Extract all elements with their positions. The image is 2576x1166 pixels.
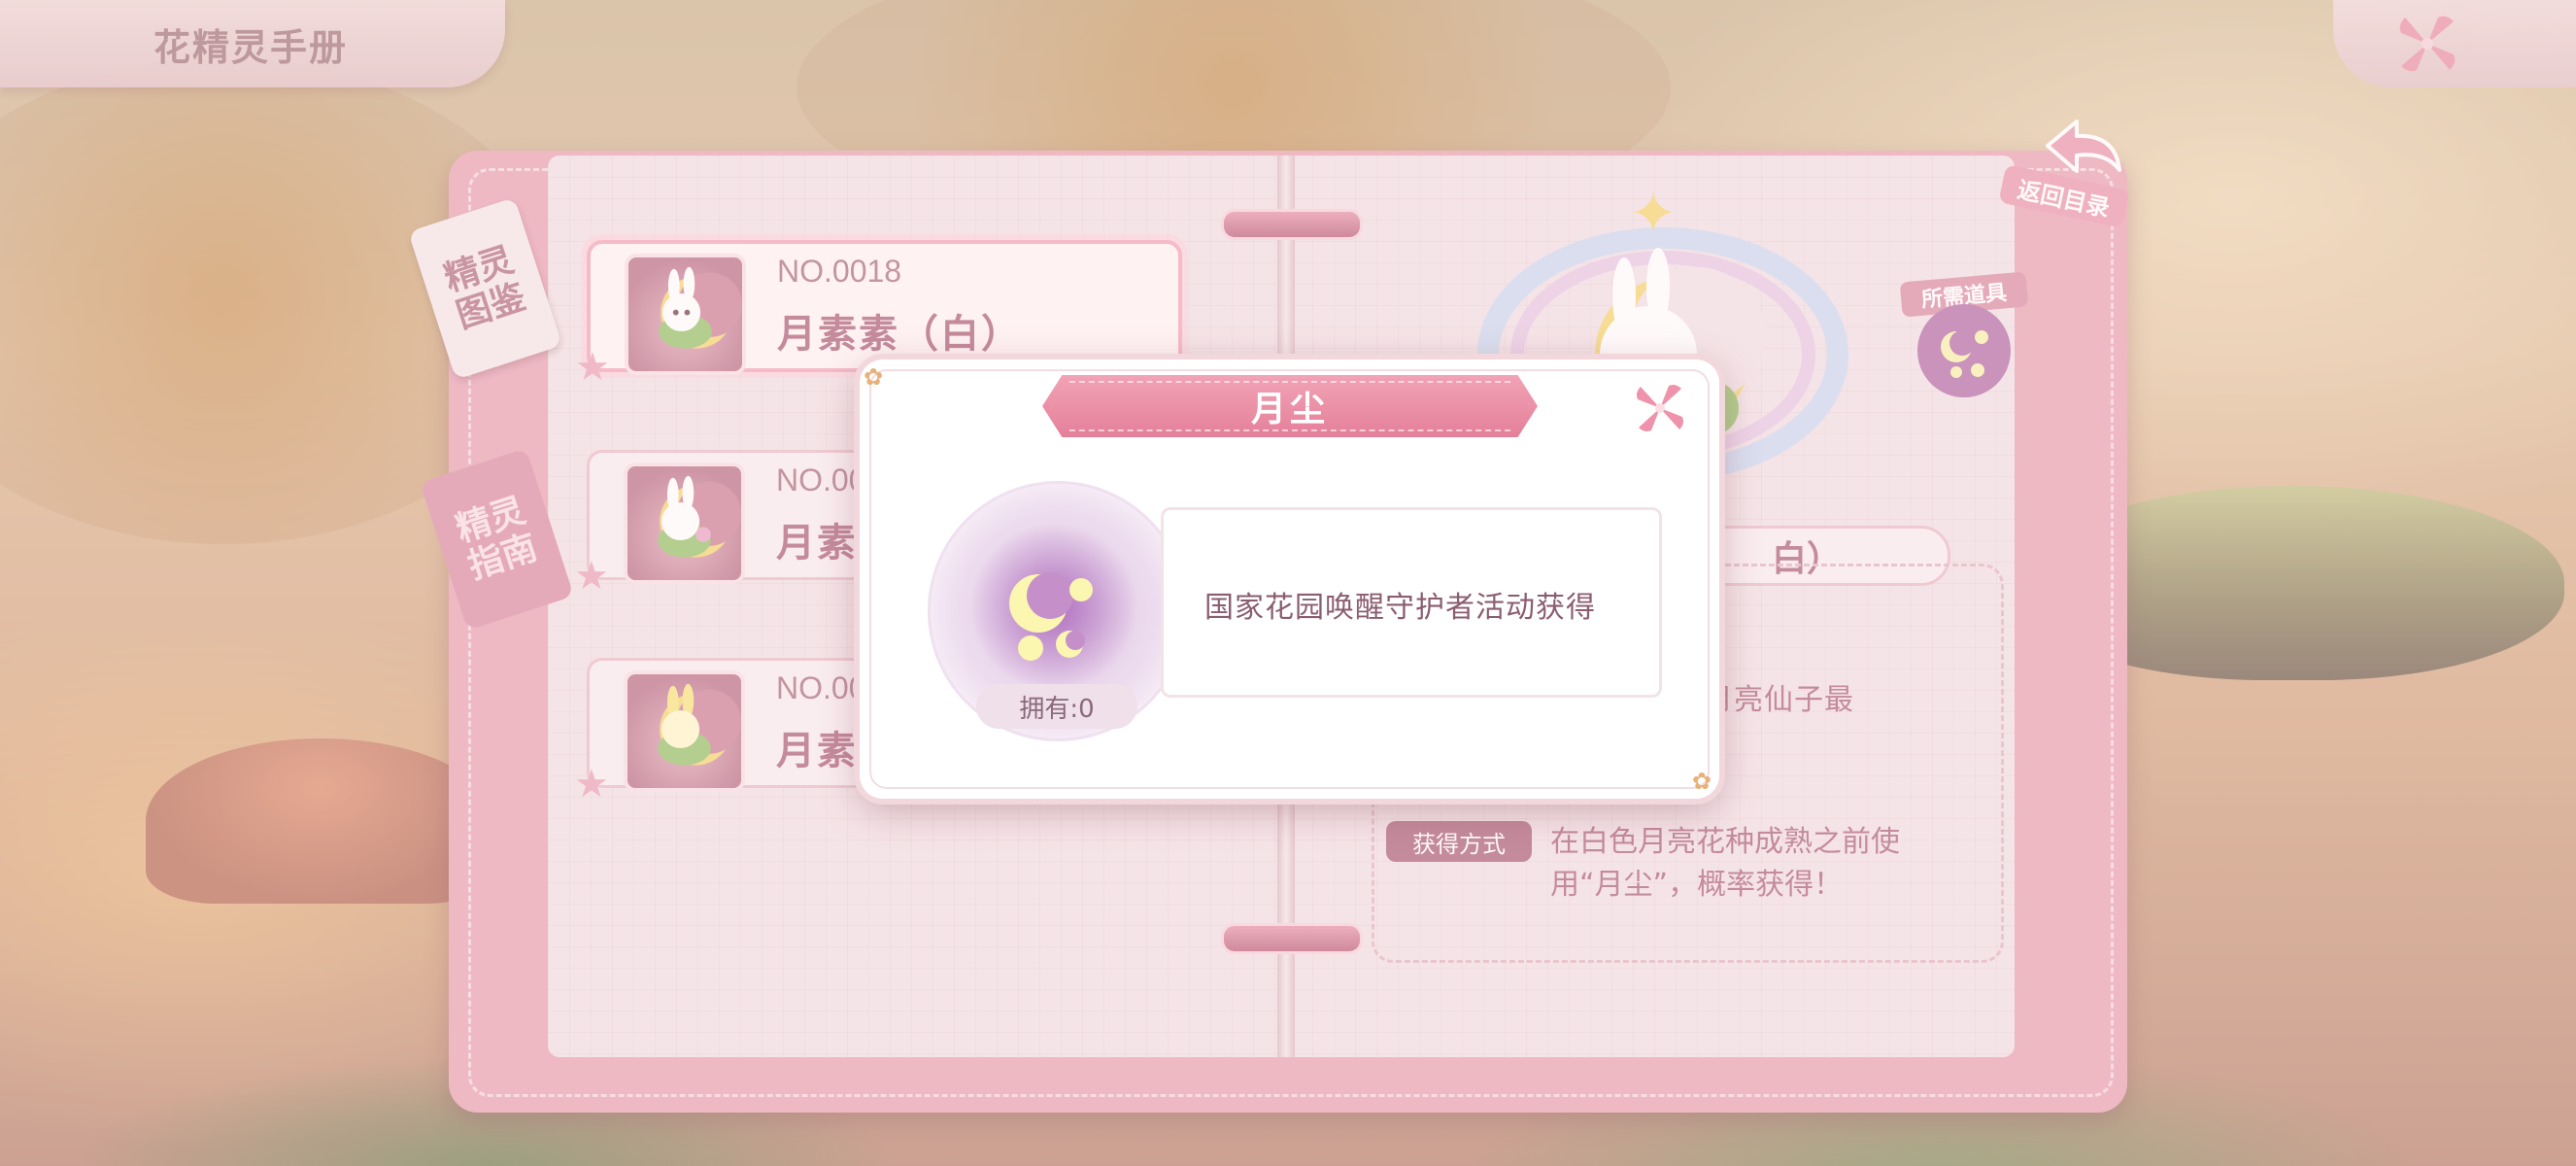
corner-flower-icon: ✿ <box>864 363 884 391</box>
item-info-dialog: ✿ ✿ 月尘 拥有:0 国家花园唤醒守护者活动获得 <box>860 360 1719 799</box>
dialog-close-icon[interactable] <box>1633 381 1687 435</box>
corner-flower-icon: ✿ <box>1691 768 1712 795</box>
moondust-icon <box>970 524 1137 691</box>
dialog-title-banner: 月尘 <box>1042 375 1538 437</box>
item-source-text: 国家花园唤醒守护者活动获得 <box>1204 591 1596 625</box>
dialog-title: 月尘 <box>1250 390 1329 429</box>
owned-count: 拥有:0 <box>976 684 1137 729</box>
